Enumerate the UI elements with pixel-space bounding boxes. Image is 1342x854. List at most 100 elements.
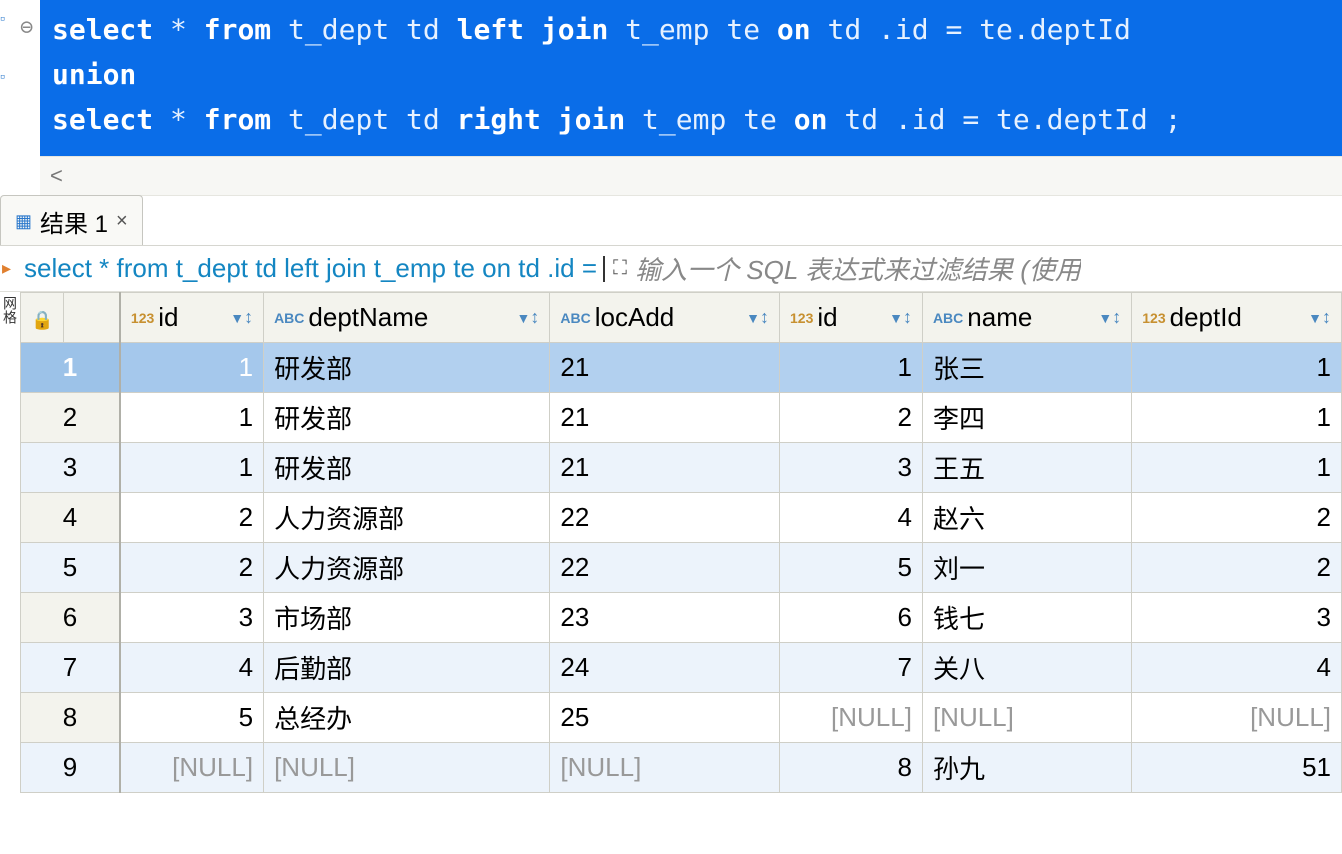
column-header-deptName[interactable]: ABC deptName▼↕ <box>264 293 550 343</box>
row-number[interactable]: 8 <box>21 693 120 743</box>
row-number[interactable]: 2 <box>21 393 120 443</box>
row-number[interactable]: 1 <box>21 343 120 393</box>
cell[interactable]: 1 <box>1132 393 1342 443</box>
cell[interactable]: 钱七 <box>922 593 1131 643</box>
sql-editor[interactable]: ⊖ select * from t_dept td left join t_em… <box>40 0 1342 156</box>
cell[interactable]: 3 <box>1132 593 1342 643</box>
expand-icon[interactable]: ⛶ <box>605 257 635 280</box>
cell[interactable]: 24 <box>550 643 780 693</box>
query-marker-icon: ▸ <box>2 258 20 279</box>
cell[interactable]: 1 <box>1132 443 1342 493</box>
cell[interactable]: 4 <box>120 643 264 693</box>
cell[interactable]: 8 <box>780 743 923 793</box>
cell[interactable]: [NULL] <box>1132 693 1342 743</box>
results-tabs: ▦ 结果 1 × <box>0 202 1342 246</box>
cell[interactable]: 研发部 <box>264 343 550 393</box>
gutter-icon-1: ▫ <box>0 10 18 28</box>
cell[interactable]: [NULL] <box>780 693 923 743</box>
cell[interactable]: 25 <box>550 693 780 743</box>
cell[interactable]: 孙九 <box>922 743 1131 793</box>
cell[interactable]: 研发部 <box>264 393 550 443</box>
cell[interactable]: 22 <box>550 543 780 593</box>
column-header-id[interactable]: 123 id▼↕ <box>120 293 264 343</box>
cell[interactable]: 人力资源部 <box>264 493 550 543</box>
cell[interactable]: [NULL] <box>120 743 264 793</box>
cell[interactable]: 5 <box>780 543 923 593</box>
breadcrumb-bar[interactable]: < <box>40 156 1342 196</box>
close-icon[interactable]: × <box>116 210 128 233</box>
cell[interactable]: [NULL] <box>922 693 1131 743</box>
filter-sort-icon[interactable]: ▼↕ <box>1308 307 1331 328</box>
table-row[interactable]: 63市场部236钱七3 <box>21 593 1342 643</box>
cell[interactable]: 21 <box>550 443 780 493</box>
row-number[interactable]: 7 <box>21 643 120 693</box>
cell[interactable]: 张三 <box>922 343 1131 393</box>
cell[interactable]: 人力资源部 <box>264 543 550 593</box>
query-snippet[interactable]: select * from t_dept td left join t_emp … <box>20 253 601 284</box>
row-number[interactable]: 5 <box>21 543 120 593</box>
cell[interactable]: 1 <box>120 343 264 393</box>
table-row[interactable]: 31研发部213王五1 <box>21 443 1342 493</box>
row-number[interactable]: 3 <box>21 443 120 493</box>
cell[interactable]: 1 <box>780 343 923 393</box>
cell[interactable]: 2 <box>120 493 264 543</box>
column-header-locAdd[interactable]: ABC locAdd▼↕ <box>550 293 780 343</box>
cell[interactable]: 李四 <box>922 393 1131 443</box>
table-row[interactable]: 85总经办25[NULL][NULL][NULL] <box>21 693 1342 743</box>
cell[interactable]: 23 <box>550 593 780 643</box>
cell[interactable]: 研发部 <box>264 443 550 493</box>
row-number[interactable]: 4 <box>21 493 120 543</box>
cell[interactable]: 刘一 <box>922 543 1131 593</box>
cell[interactable]: 后勤部 <box>264 643 550 693</box>
filter-input[interactable]: 输入一个 SQL 表达式来过滤结果 (使用 <box>635 250 1081 287</box>
table-row[interactable]: 11研发部211张三1 <box>21 343 1342 393</box>
table-row[interactable]: 9[NULL][NULL][NULL]8孙九51 <box>21 743 1342 793</box>
column-header-name[interactable]: ABC name▼↕ <box>922 293 1131 343</box>
cell[interactable]: 总经办 <box>264 693 550 743</box>
cell[interactable]: 2 <box>120 543 264 593</box>
filter-sort-icon[interactable]: ▼↕ <box>230 307 253 328</box>
cell[interactable]: 22 <box>550 493 780 543</box>
column-header-id[interactable]: 123 id▼↕ <box>780 293 923 343</box>
breadcrumb-back[interactable]: < <box>50 163 63 188</box>
filter-sort-icon[interactable]: ▼↕ <box>517 307 540 328</box>
cell[interactable]: 3 <box>120 593 264 643</box>
table-row[interactable]: 74后勤部247关八4 <box>21 643 1342 693</box>
cell[interactable]: 2 <box>780 393 923 443</box>
cell[interactable]: 1 <box>1132 343 1342 393</box>
table-row[interactable]: 21研发部212李四1 <box>21 393 1342 443</box>
lock-icon: 🔒 <box>31 310 53 330</box>
table-row[interactable]: 42人力资源部224赵六2 <box>21 493 1342 543</box>
fold-icon[interactable]: ⊖ <box>20 10 33 45</box>
cell[interactable]: 7 <box>780 643 923 693</box>
cell[interactable]: 4 <box>780 493 923 543</box>
cell[interactable]: 5 <box>120 693 264 743</box>
cell[interactable]: 1 <box>120 443 264 493</box>
filter-sort-icon[interactable]: ▼↕ <box>889 307 912 328</box>
cell[interactable]: 21 <box>550 393 780 443</box>
cell[interactable]: 王五 <box>922 443 1131 493</box>
cell[interactable]: 4 <box>1132 643 1342 693</box>
row-number[interactable]: 6 <box>21 593 120 643</box>
cell[interactable]: 21 <box>550 343 780 393</box>
sql-kw: select <box>52 13 153 46</box>
cell[interactable]: 2 <box>1132 543 1342 593</box>
cell[interactable]: [NULL] <box>264 743 550 793</box>
column-header-deptId[interactable]: 123 deptId▼↕ <box>1132 293 1342 343</box>
cell[interactable]: 51 <box>1132 743 1342 793</box>
cell[interactable]: 市场部 <box>264 593 550 643</box>
filter-sort-icon[interactable]: ▼↕ <box>1098 307 1121 328</box>
cell[interactable]: 6 <box>780 593 923 643</box>
vertical-panel-tab[interactable]: 网格 <box>0 292 20 793</box>
cell[interactable]: 1 <box>120 393 264 443</box>
cell[interactable]: [NULL] <box>550 743 780 793</box>
table-row[interactable]: 52人力资源部225刘一2 <box>21 543 1342 593</box>
cell[interactable]: 赵六 <box>922 493 1131 543</box>
cell[interactable]: 关八 <box>922 643 1131 693</box>
filter-sort-icon[interactable]: ▼↕ <box>746 307 769 328</box>
row-number[interactable]: 9 <box>21 743 120 793</box>
cell[interactable]: 3 <box>780 443 923 493</box>
cell[interactable]: 2 <box>1132 493 1342 543</box>
left-gutter-icons: ▫ ▫ <box>0 0 20 86</box>
tab-result-1[interactable]: ▦ 结果 1 × <box>0 195 143 245</box>
